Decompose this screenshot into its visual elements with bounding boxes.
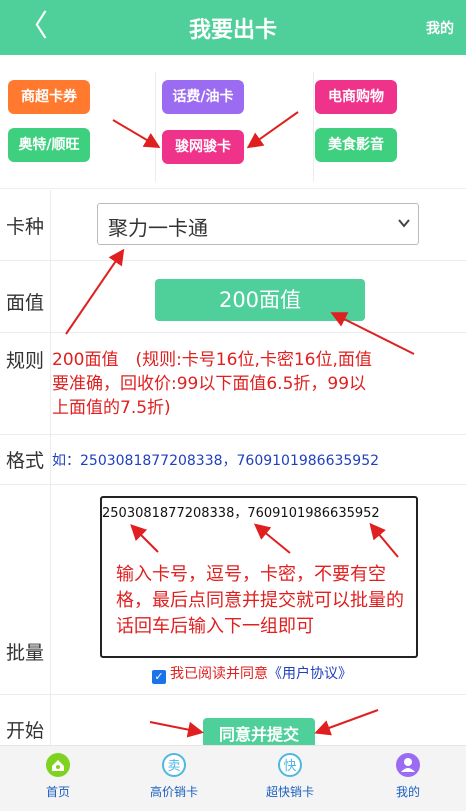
format-example: 如：2503081877208338，7609101986635952: [52, 453, 380, 469]
batch-textarea-value: 2503081877208338，7609101986635952: [102, 506, 380, 521]
agree-text: 我已阅读并同意: [170, 666, 268, 682]
card-type-value: 聚力一卡通: [108, 216, 208, 240]
denomination-label: 面值: [6, 292, 45, 314]
agreement-row: ✓ 我已阅读并同意《用户协议》: [152, 663, 352, 684]
svg-text:卖: 卖: [167, 759, 180, 774]
batch-label: 批量: [6, 642, 45, 664]
category-button-junwang[interactable]: 骏网骏卡: [162, 130, 244, 164]
divider: [313, 72, 314, 182]
rules-text: 200面值 (规则:卡号16位,卡密16位,面值要准确，回收价:99以下面值6.…: [52, 350, 372, 418]
category-button-aote[interactable]: 奥特/顺旺: [8, 128, 90, 162]
fast-icon: 快: [278, 753, 302, 777]
tab-mine[interactable]: 我的: [350, 746, 466, 806]
chevron-down-icon: [398, 219, 410, 228]
tab-home[interactable]: 首页: [0, 746, 116, 806]
tab-home-label: 首页: [45, 785, 70, 799]
category-button-shangchao[interactable]: 商超卡券: [8, 80, 90, 114]
page-title: 我要出卡: [188, 18, 277, 43]
mine-link[interactable]: 我的: [426, 18, 454, 38]
agree-checkbox[interactable]: ✓: [152, 670, 166, 684]
bottom-tab-bar: 首页 卖 高价销卡 快 超快销卡 我的: [0, 745, 466, 811]
category-button-dianshang[interactable]: 电商购物: [315, 80, 397, 114]
batch-instruction-note: 输入卡号，逗号，卡密，不要有空格，最后点同意并提交就可以批量的话回车后输入下一组…: [116, 564, 404, 637]
card-type-select[interactable]: 聚力一卡通: [97, 203, 419, 245]
category-button-huafei[interactable]: 话费/油卡: [162, 80, 244, 114]
app-header: 〈 我要出卡 我的: [0, 0, 466, 55]
divider: [155, 72, 156, 182]
format-label: 格式: [6, 450, 45, 472]
batch-textarea[interactable]: 2503081877208338，7609101986635952 输入卡号，逗…: [100, 496, 418, 658]
denomination-button[interactable]: 200面值: [155, 279, 365, 321]
rules-label: 规则: [6, 350, 45, 372]
tab-fast-sell-label: 超快销卡: [265, 785, 314, 799]
user-icon: [396, 753, 420, 777]
start-label: 开始: [6, 720, 45, 742]
user-agreement-link[interactable]: 《用户协议》: [268, 666, 352, 682]
tab-fast-sell[interactable]: 快 超快销卡: [232, 746, 348, 806]
sell-icon: 卖: [162, 753, 186, 777]
category-grid: 商超卡券 话费/油卡 电商购物 奥特/顺旺 骏网骏卡 美食影音: [0, 64, 466, 189]
category-button-meishi[interactable]: 美食影音: [315, 128, 397, 162]
tab-mine-label: 我的: [395, 785, 420, 799]
card-type-label: 卡种: [6, 216, 45, 238]
home-icon: [46, 753, 70, 777]
tab-high-price-sell-label: 高价销卡: [149, 785, 198, 799]
svg-text:快: 快: [283, 759, 296, 774]
tab-high-price-sell[interactable]: 卖 高价销卡: [116, 746, 232, 806]
